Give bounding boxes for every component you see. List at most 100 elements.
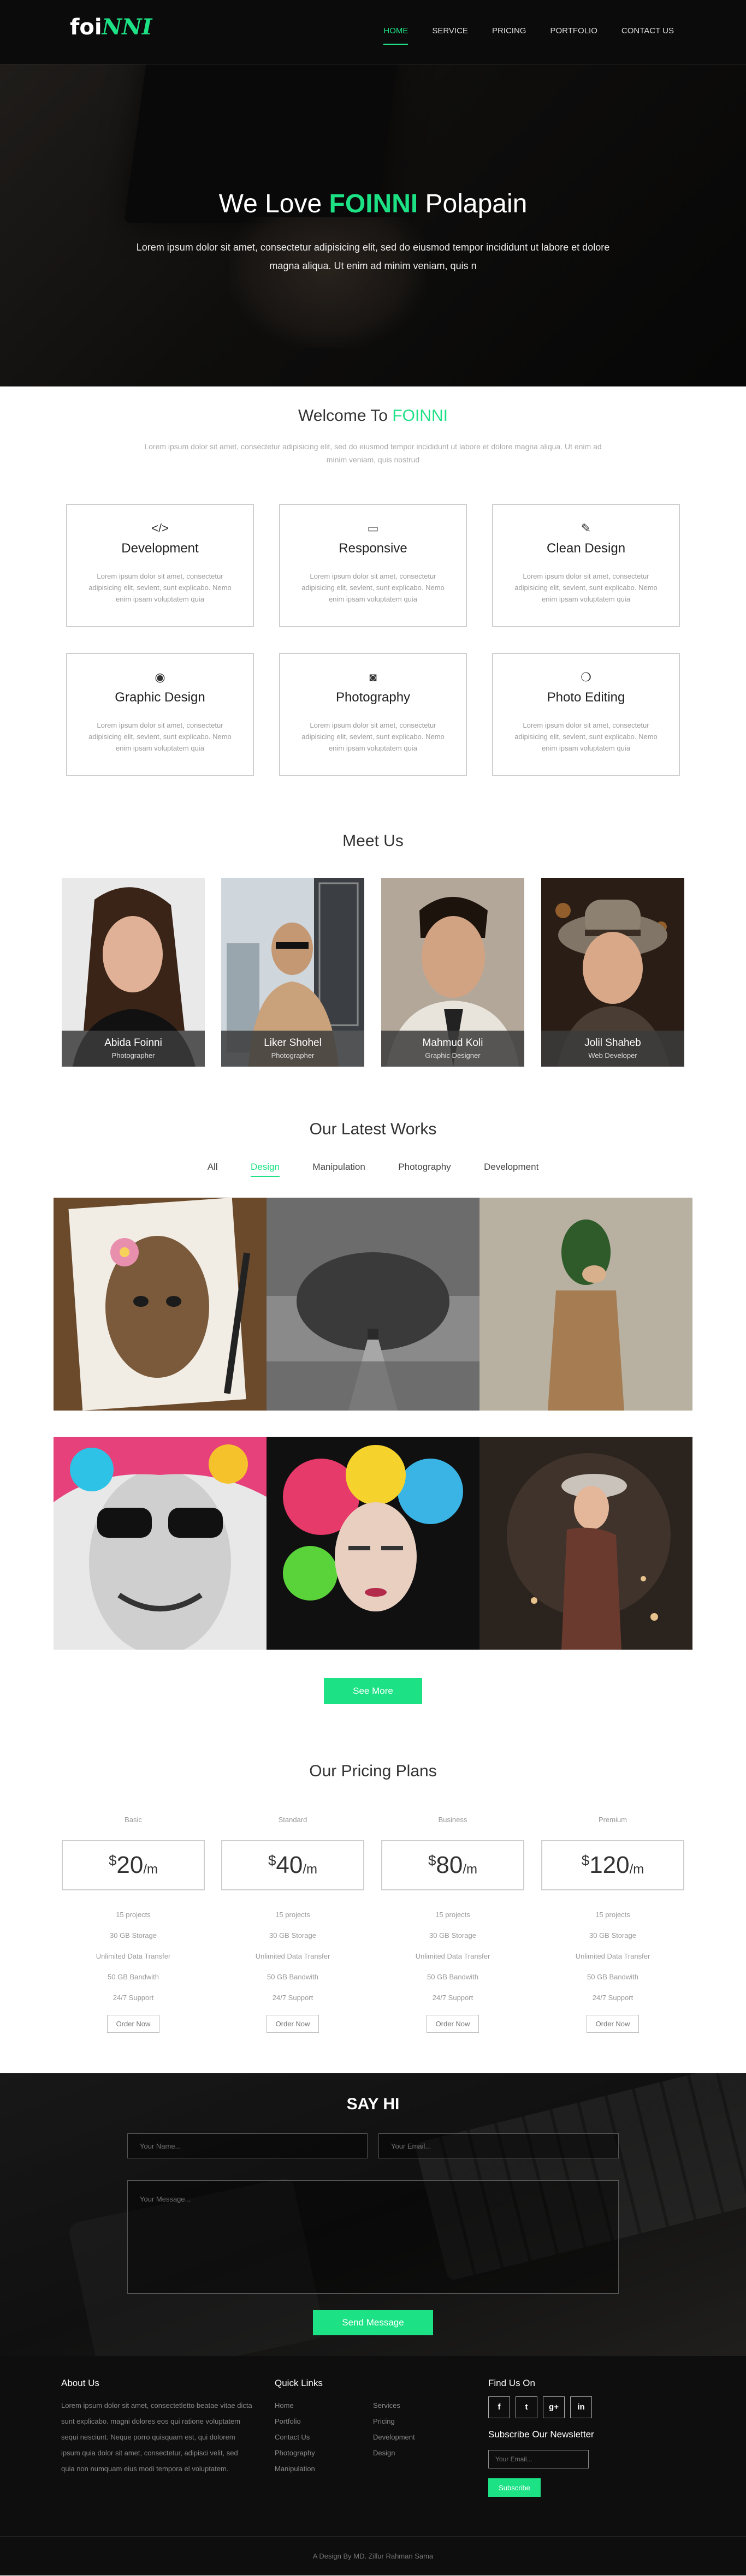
plan-feature: 30 GB Storage [589,1931,636,1940]
order-now-button[interactable]: Order Now [106,2015,160,2033]
email-input[interactable] [378,2133,619,2158]
logo-text: foi [70,15,102,40]
linkedin-icon[interactable]: in [570,2396,592,2418]
team-member-card[interactable]: Liker Shohel Photographer [221,878,364,1067]
portfolio-filters: All Design Manipulation Photography Deve… [0,1162,746,1177]
filter-design[interactable]: Design [251,1162,280,1177]
nav-portfolio[interactable]: PORTFOLIO [550,26,597,45]
facebook-icon[interactable]: f [488,2396,510,2418]
hero-banner: We Love FOINNI Polapain Lorem ipsum dolo… [0,64,746,386]
works-title: Our Latest Works [309,1120,437,1138]
pricing-plan-basic: Basic $20/m 15 projects 30 GB Storage Un… [62,1816,205,2033]
plan-feature: 30 GB Storage [110,1931,157,1940]
service-title: Photo Editing [547,690,625,705]
plan-feature: Unlimited Data Transfer [96,1952,171,1960]
plan-price-box: $120/m [541,1840,684,1890]
welcome-title: Welcome To FOINNI [298,407,448,425]
team-member-card[interactable]: Jolil Shaheb Web Developer [541,878,684,1067]
see-more-button[interactable]: See More [324,1678,422,1704]
groot-drawing-image [54,1198,267,1411]
footer-credit: A Design By MD. Zillur Rahman Sama [0,2536,746,2575]
portfolio-item[interactable] [479,1437,692,1650]
subscribe-button[interactable]: Subscribe [488,2478,541,2497]
about-title: About Us [61,2378,99,2388]
order-now-button[interactable]: Order Now [426,2015,479,2033]
plan-feature: 24/7 Support [592,1994,633,2002]
newsletter-email-input[interactable] [488,2450,589,2468]
filter-all[interactable]: All [208,1162,218,1176]
member-name: Mahmud Koli [422,1037,483,1049]
google-plus-icon[interactable]: g+ [543,2396,565,2418]
plan-price-box: $20/m [62,1840,205,1890]
footer-link-photography[interactable]: Photography [275,2445,315,2461]
hero-title: We Love FOINNI Polapain [218,189,528,218]
filter-photography[interactable]: Photography [398,1162,451,1176]
footer-link-portfolio[interactable]: Portfolio [275,2413,315,2429]
plan-feature: Unlimited Data Transfer [415,1952,490,1960]
flower-crown-woman-image [267,1437,479,1650]
footer-link-home[interactable]: Home [275,2397,315,2413]
service-card-photography[interactable]: ◙ Photography Lorem ipsum dolor sit amet… [279,653,467,776]
member-name: Jolil Shaheb [584,1037,641,1049]
footer: About Us Lorem ipsum dolor sit amet, con… [0,2356,746,2575]
portfolio-item[interactable] [267,1437,479,1650]
plan-price: 20 [116,1852,144,1878]
dancer-hat-image [479,1437,692,1650]
footer-link-design[interactable]: Design [373,2445,415,2461]
service-card-graphic-design[interactable]: ◉ Graphic Design Lorem ipsum dolor sit a… [66,653,254,776]
service-card-photo-editing[interactable]: ❍ Photo Editing Lorem ipsum dolor sit am… [492,653,680,776]
plan-feature: 15 projects [275,1911,310,1919]
hero-title-accent: FOINNI [329,189,418,218]
find-us-title: Find Us On [488,2378,535,2388]
plan-price-box: $80/m [381,1840,524,1890]
send-message-button[interactable]: Send Message [313,2310,433,2335]
portfolio-item[interactable] [479,1198,692,1411]
service-card-clean-design[interactable]: ✎ Clean Design Lorem ipsum dolor sit ame… [492,504,680,627]
order-now-button[interactable]: Order Now [266,2015,319,2033]
pricing-plan-premium: Premium $120/m 15 projects 30 GB Storage… [541,1816,684,2033]
team-member-card[interactable]: Abida Foinni Photographer [62,878,205,1067]
service-text: Lorem ipsum dolor sit amet, consectetur … [88,572,232,603]
plan-feature: 15 projects [595,1911,630,1919]
order-now-button[interactable]: Order Now [586,2015,640,2033]
plan-feature: 50 GB Bandwith [108,1973,159,1981]
nav-service[interactable]: SERVICE [432,26,468,45]
nav-contact-us[interactable]: CONTACT US [621,26,674,45]
logo[interactable]: foiNNI [70,14,152,40]
portfolio-item[interactable] [54,1437,267,1650]
plan-name: Business [438,1816,467,1824]
pop-art-face-image [54,1437,267,1650]
footer-link-pricing[interactable]: Pricing [373,2413,415,2429]
footer-link-manipulation[interactable]: Manipulation [275,2461,315,2477]
portfolio-item[interactable] [267,1198,479,1411]
service-title: Development [121,541,199,556]
footer-link-contact[interactable]: Contact Us [275,2429,315,2445]
plan-feature: 30 GB Storage [429,1931,476,1940]
nav-pricing[interactable]: PRICING [492,26,526,45]
name-input[interactable] [127,2133,368,2158]
filter-development[interactable]: Development [484,1162,538,1176]
member-caption: Mahmud Koli Graphic Designer [381,1031,524,1067]
plan-features: 15 projects 30 GB Storage Unlimited Data… [62,1905,205,2008]
footer-link-services[interactable]: Services [373,2397,415,2413]
plan-feature: 50 GB Bandwith [427,1973,478,1981]
plan-features: 15 projects 30 GB Storage Unlimited Data… [541,1905,684,2008]
service-card-development[interactable]: </> Development Lorem ipsum dolor sit am… [66,504,254,627]
filter-manipulation[interactable]: Manipulation [312,1162,365,1176]
nav-home[interactable]: HOME [383,26,408,45]
message-textarea[interactable] [127,2180,619,2294]
pricing-plan-standard: Standard $40/m 15 projects 30 GB Storage… [221,1816,364,2033]
code-icon: </> [151,521,169,535]
contact-title: SAY HI [346,2095,400,2113]
member-caption: Abida Foinni Photographer [62,1031,205,1067]
service-card-responsive[interactable]: ▭ Responsive Lorem ipsum dolor sit amet,… [279,504,467,627]
team-member-card[interactable]: Mahmud Koli Graphic Designer [381,878,524,1067]
plan-feature: Unlimited Data Transfer [575,1952,650,1960]
portfolio-item[interactable] [54,1198,267,1411]
member-name: Abida Foinni [104,1037,162,1049]
service-title: Responsive [339,541,407,556]
plan-price: 120 [589,1852,630,1878]
plan-name: Basic [125,1816,142,1824]
twitter-icon[interactable]: t [516,2396,537,2418]
footer-link-development[interactable]: Development [373,2429,415,2445]
